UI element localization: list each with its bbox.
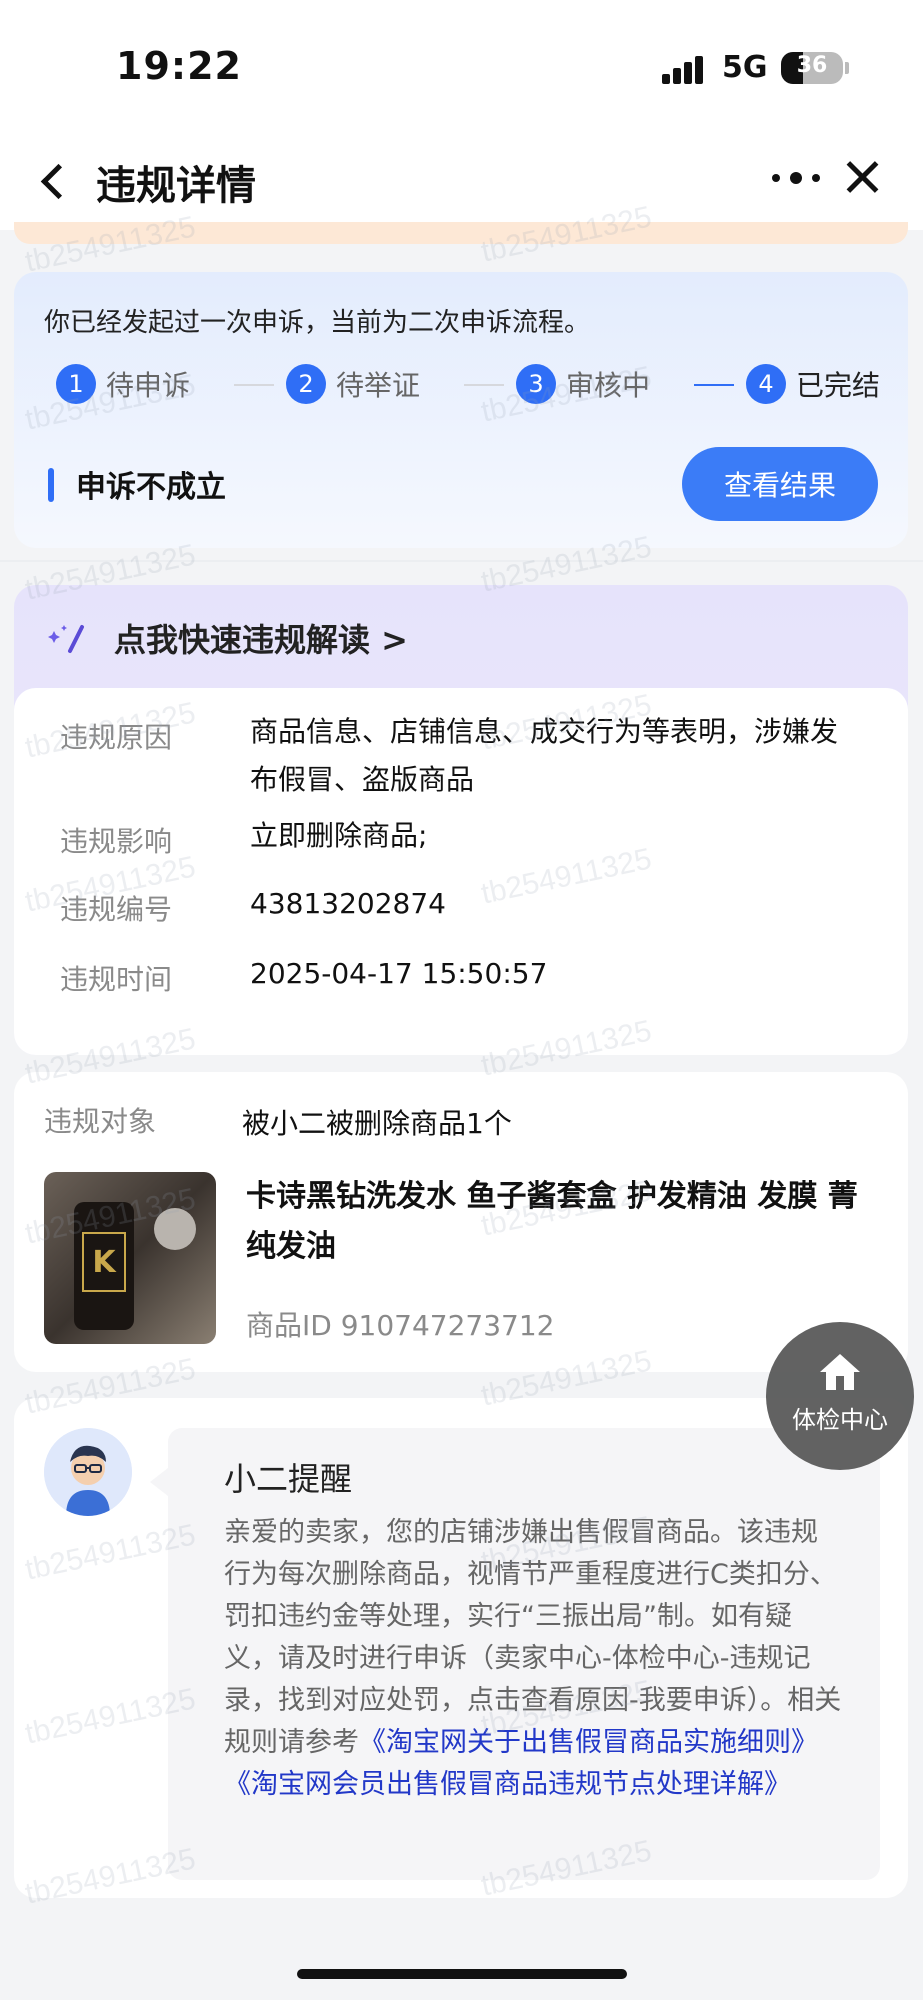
close-icon[interactable] (842, 157, 882, 197)
step-3: 3 审核中 (516, 362, 650, 406)
step-number: 2 (286, 364, 326, 404)
health-center-button[interactable]: 体检中心 (766, 1322, 914, 1470)
appeal-message: 你已经发起过一次申诉，当前为二次申诉流程。 (44, 308, 591, 338)
appeal-card: 你已经发起过一次申诉，当前为二次申诉流程。 1 待申诉 2 待举证 3 审核中 … (14, 272, 908, 548)
staff-avatar-icon (44, 1428, 132, 1516)
step-label: 待申诉 (106, 369, 191, 402)
appeal-result: 申诉不成立 (76, 470, 226, 505)
back-icon[interactable] (34, 155, 74, 205)
battery-level: 36 (796, 53, 828, 78)
reason-label: 违规原因 (60, 721, 173, 754)
reminder-bubble: 小二提醒 亲爱的卖家，您的店铺涉嫌出售假冒商品。该违规行为每次删除商品，视情节严… (150, 1428, 880, 1880)
step-connector (464, 384, 504, 386)
product-thumbnail[interactable]: K (44, 1172, 216, 1344)
view-result-button[interactable]: 查看结果 (682, 447, 878, 521)
reminder-title: 小二提醒 (224, 1460, 353, 1498)
battery-tip (845, 62, 849, 74)
avatar (44, 1428, 132, 1516)
bottle-image: K (74, 1202, 134, 1330)
product-name[interactable]: 卡诗黑钻洗发水 鱼子酱套盒 护发精油 发膜 菁纯发油 (246, 1172, 876, 1272)
step-2: 2 待举证 (286, 362, 420, 406)
violation-details: 违规原因 商品信息、店铺信息、成交行为等表明，涉嫌发布假冒、盗版商品 违规影响 … (14, 688, 908, 1055)
top-banner-edge (14, 222, 908, 244)
reminder-body: 亲爱的卖家，您的店铺涉嫌出售假冒商品。该违规行为每次删除商品，视情节严重程度进行… (224, 1512, 844, 1806)
nav-bar: 违规详情 (0, 135, 923, 230)
quick-read-card: 点我快速违规解读 > 违规原因 商品信息、店铺信息、成交行为等表明，涉嫌发布假冒… (14, 585, 908, 1055)
status-bar: 19:22 5G 36 (0, 0, 923, 135)
page-title: 违规详情 (96, 163, 256, 209)
reminder-text: 亲爱的卖家，您的店铺涉嫌出售假冒商品。该违规行为每次删除商品，视情节严重程度进行… (224, 1517, 842, 1758)
home-icon (820, 1354, 860, 1390)
step-label: 审核中 (566, 369, 651, 402)
quick-read-link[interactable]: 点我快速违规解读 > (114, 615, 408, 661)
violation-target-card: 违规对象 被小二被删除商品1个 K 卡诗黑钻洗发水 鱼子酱套盒 护发精油 发膜 … (14, 1072, 908, 1372)
more-icon[interactable] (768, 165, 828, 195)
brand-mark: K (82, 1232, 126, 1292)
rule-link-node-handling[interactable]: 《淘宝网会员出售假冒商品违规节点处理详解》 (224, 1769, 791, 1800)
section-divider (0, 560, 923, 562)
step-number: 1 (56, 364, 96, 404)
impact-label: 违规影响 (60, 825, 173, 858)
id-value: 43813202874 (250, 887, 446, 920)
target-value: 被小二被删除商品1个 (242, 1107, 512, 1140)
appeal-steps: 1 待申诉 2 待举证 3 审核中 4 已完结 (56, 362, 906, 408)
step-4: 4 已完结 (746, 362, 880, 406)
step-number: 4 (746, 364, 786, 404)
sparkle-icon (48, 625, 84, 653)
reminder-card: 小二提醒 亲爱的卖家，您的店铺涉嫌出售假冒商品。该违规行为每次删除商品，视情节严… (14, 1398, 908, 1898)
signal-icon (662, 54, 712, 84)
status-time: 19:22 (116, 44, 242, 88)
battery-icon: 36 (781, 52, 843, 84)
step-label: 待举证 (336, 369, 421, 402)
step-connector (694, 384, 734, 386)
product-id: 商品ID 910747273712 (246, 1309, 555, 1342)
rule-link-counterfeit[interactable]: 《淘宝网关于出售假冒商品实施细则》 (359, 1727, 818, 1758)
id-label: 违规编号 (60, 893, 173, 926)
step-1: 1 待申诉 (56, 362, 190, 406)
health-center-label: 体检中心 (792, 1406, 888, 1434)
target-label: 违规对象 (44, 1105, 157, 1138)
impact-value: 立即删除商品; (250, 819, 428, 852)
result-accent-bar (48, 468, 54, 502)
time-label: 违规时间 (60, 963, 173, 996)
step-connector (234, 384, 274, 386)
time-value: 2025-04-17 15:50:57 (250, 957, 548, 990)
step-label: 已完结 (796, 369, 881, 402)
reason-value: 商品信息、店铺信息、成交行为等表明，涉嫌发布假冒、盗版商品 (250, 715, 839, 796)
network-type: 5G (722, 50, 768, 85)
step-number: 3 (516, 364, 556, 404)
home-indicator[interactable] (297, 1969, 627, 1979)
thumb-decoration (154, 1208, 196, 1250)
